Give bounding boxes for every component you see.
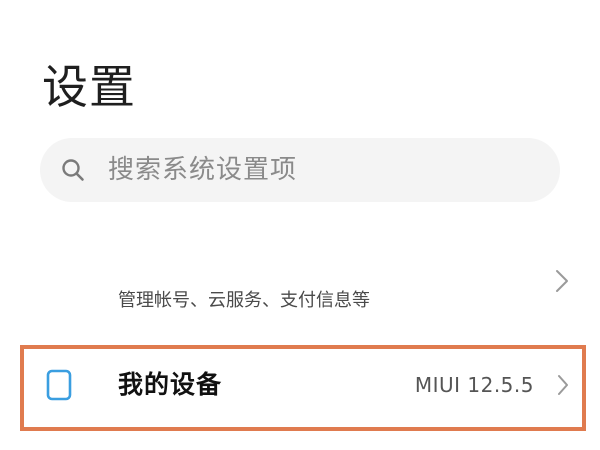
chevron-right-icon[interactable] — [554, 268, 570, 294]
search-input[interactable]: 搜索系统设置项 — [108, 152, 297, 188]
my-device-label[interactable]: 我的设备 — [118, 367, 222, 403]
page-title: 设置 — [42, 60, 136, 114]
phone-icon — [46, 369, 72, 401]
chevron-right-icon[interactable] — [556, 373, 570, 397]
search-icon — [62, 159, 84, 181]
miui-version: MIUI 12.5.5 — [414, 373, 534, 397]
account-subtitle[interactable]: 管理帐号、云服务、支付信息等 — [118, 288, 370, 314]
